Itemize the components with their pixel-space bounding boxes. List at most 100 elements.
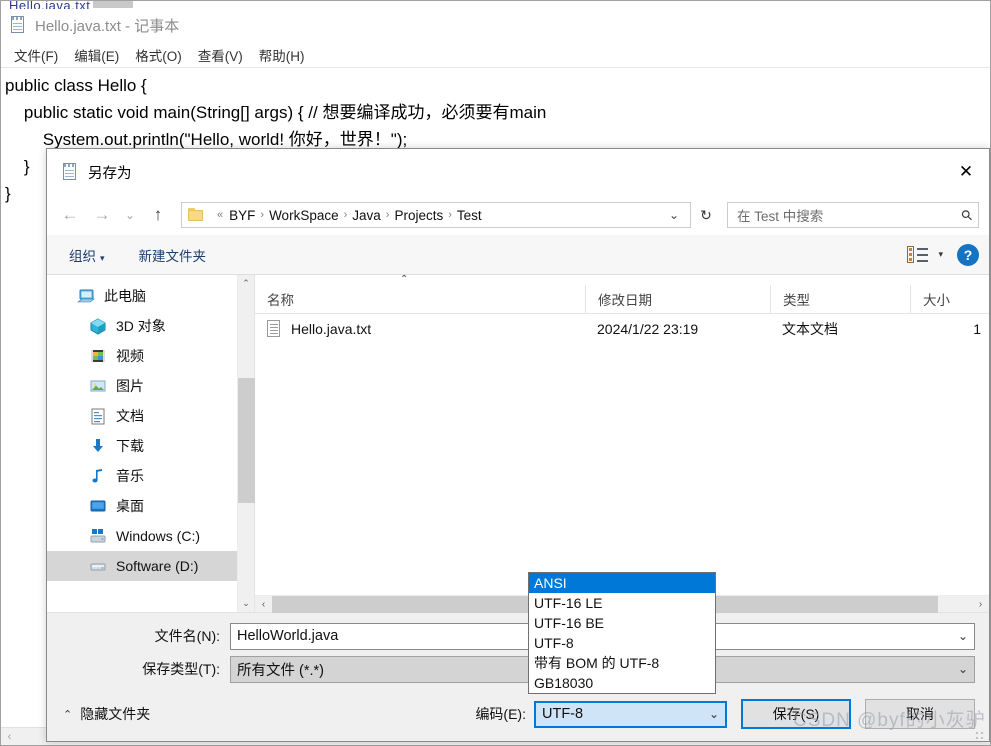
encoding-dropdown-list[interactable]: ANSI UTF-16 LE UTF-16 BE UTF-8 带有 BOM 的 … <box>528 572 716 694</box>
breadcrumb-overflow[interactable]: « <box>217 209 223 221</box>
navigation-row: ← → ⌄ ↑ « BYF › WorkSpace › Java › Proje… <box>47 195 989 235</box>
sidebar-item-3d-objects[interactable]: 3D 对象 <box>47 311 237 341</box>
close-icon[interactable]: ✕ <box>943 149 989 195</box>
navigation-pane-scrollbar[interactable]: ⌃ ⌄ <box>237 275 255 612</box>
chevron-up-icon: ⌃ <box>63 708 73 721</box>
back-button[interactable]: ← <box>55 201 85 229</box>
search-input[interactable]: 在 Test 中搜索 ⚲ <box>727 202 979 228</box>
column-headers: 名称 修改日期 类型 大小 <box>255 284 989 314</box>
sidebar-item-desktop[interactable]: 桌面 <box>47 491 237 521</box>
help-icon[interactable]: ? <box>957 243 979 266</box>
cell-type: 文本文档 <box>782 321 838 337</box>
scroll-up-icon[interactable]: ⌃ <box>242 275 250 292</box>
sidebar-item-windows-c[interactable]: Windows (C:) <box>47 521 237 551</box>
code-line: public static void main(String[] args) {… <box>5 103 547 122</box>
search-icon[interactable]: ⚲ <box>957 205 976 224</box>
filetype-value: 所有文件 (*.*) <box>237 662 324 679</box>
forward-button[interactable]: → <box>87 201 117 229</box>
scroll-down-icon[interactable]: ⌄ <box>242 595 250 612</box>
scrollbar-thumb[interactable] <box>237 378 255 503</box>
resize-grip-icon[interactable] <box>975 731 985 741</box>
chevron-down-icon[interactable]: ⌄ <box>709 707 719 721</box>
sidebar-item-label: 图片 <box>116 378 144 394</box>
chevron-down-icon[interactable]: ▾ <box>938 249 943 260</box>
breadcrumb-item-java[interactable]: Java <box>352 208 381 223</box>
code-line: public class Hello { <box>5 76 147 95</box>
encoding-option-utf8[interactable]: UTF-8 <box>529 633 715 653</box>
encoding-option-ansi[interactable]: ANSI <box>529 573 715 593</box>
sidebar-item-pictures[interactable]: 图片 <box>47 371 237 401</box>
hide-folders-button[interactable]: ⌃ 隐藏文件夹 <box>63 704 150 724</box>
filename-row: 文件名(N): HelloWorld.java ⌄ <box>47 621 989 651</box>
menu-file[interactable]: 文件(F) <box>7 42 65 68</box>
sidebar-item-this-pc[interactable]: 此电脑 <box>47 281 237 311</box>
sidebar-item-label: 视频 <box>116 348 144 364</box>
3d-objects-icon <box>89 317 107 335</box>
chevron-down-icon[interactable]: ⌄ <box>958 662 968 676</box>
column-header-name[interactable]: 名称 <box>255 285 585 314</box>
command-bar: 组织 ▾ 新建文件夹 ▾ ? <box>47 235 989 275</box>
desktop-icon <box>89 497 107 515</box>
menu-edit[interactable]: 编辑(E) <box>67 42 126 68</box>
breadcrumb-separator: › <box>448 209 452 221</box>
chevron-down-icon[interactable]: ⌄ <box>958 629 968 643</box>
sort-ascending-icon: ⌃ <box>400 274 409 285</box>
refresh-icon[interactable]: ↻ <box>693 207 719 224</box>
notepad-icon <box>9 16 27 34</box>
file-list-pane: ⌃ 名称 修改日期 类型 大小 Hello.java.txt 2024/1/22… <box>254 274 989 613</box>
chevron-down-icon: ▾ <box>100 252 105 263</box>
music-icon <box>89 467 107 485</box>
encoding-option-utf16le[interactable]: UTF-16 LE <box>529 593 715 613</box>
column-header-modified[interactable]: 修改日期 <box>585 284 770 314</box>
encoding-select[interactable]: UTF-8 ⌄ <box>534 700 727 728</box>
view-layout-icon[interactable] <box>907 246 929 263</box>
menu-format[interactable]: 格式(O) <box>128 42 189 68</box>
save-form: 文件名(N): HelloWorld.java ⌄ 保存类型(T): 所有文件 … <box>47 613 989 687</box>
sidebar-item-documents[interactable]: 文档 <box>47 401 237 431</box>
menu-view[interactable]: 查看(V) <box>191 42 250 68</box>
file-name: Hello.java.txt <box>291 321 372 337</box>
breadcrumb-item-projects[interactable]: Projects <box>394 208 443 223</box>
notepad-title-sliver: Hello.java.txt <box>9 1 91 9</box>
up-button[interactable]: ↑ <box>143 201 173 229</box>
sidebar-item-label: 音乐 <box>116 468 144 484</box>
drive-windows-icon <box>89 527 107 545</box>
scroll-right-icon[interactable]: › <box>972 599 989 610</box>
breadcrumb-item-test[interactable]: Test <box>457 208 482 223</box>
breadcrumb[interactable]: « BYF › WorkSpace › Java › Projects › Te… <box>181 202 691 228</box>
dialog-title: 另存为 <box>88 165 132 182</box>
notepad-titlebar: Hello.java.txt - 记事本 <box>1 8 990 42</box>
breadcrumb-item-workspace[interactable]: WorkSpace <box>269 208 339 223</box>
sidebar-item-software-d[interactable]: Software (D:) <box>47 551 237 581</box>
encoding-option-utf16be[interactable]: UTF-16 BE <box>529 613 715 633</box>
encoding-option-gb18030[interactable]: GB18030 <box>529 673 715 693</box>
scroll-left-icon[interactable]: ‹ <box>255 599 272 610</box>
documents-icon <box>89 407 107 425</box>
scroll-left-icon[interactable]: ‹ <box>1 731 18 743</box>
cell-size: 1 <box>973 321 981 337</box>
sidebar-item-music[interactable]: 音乐 <box>47 461 237 491</box>
new-folder-button[interactable]: 新建文件夹 <box>131 240 215 270</box>
notepad-icon <box>61 163 79 181</box>
notepad-menubar: 文件(F) 编辑(E) 格式(O) 查看(V) 帮助(H) <box>1 42 990 68</box>
organize-button[interactable]: 组织 ▾ <box>61 240 113 270</box>
search-placeholder: 在 Test 中搜索 <box>737 209 824 224</box>
table-row[interactable]: Hello.java.txt 2024/1/22 23:19 文本文档 1 <box>255 314 989 344</box>
breadcrumb-item-byf[interactable]: BYF <box>229 208 255 223</box>
column-header-size[interactable]: 大小 <box>910 284 989 314</box>
recent-locations-button[interactable]: ⌄ <box>119 201 141 229</box>
column-header-type[interactable]: 类型 <box>770 284 910 314</box>
videos-icon <box>89 347 107 365</box>
menu-help[interactable]: 帮助(H) <box>252 42 312 68</box>
scrollbar-track[interactable] <box>237 292 255 595</box>
file-rows: Hello.java.txt 2024/1/22 23:19 文本文档 1 <box>255 314 989 595</box>
sidebar-item-downloads[interactable]: 下载 <box>47 431 237 461</box>
sidebar-item-videos[interactable]: 视频 <box>47 341 237 371</box>
filename-label: 文件名(N): <box>154 628 220 644</box>
save-button[interactable]: 保存(S) <box>741 699 851 729</box>
this-pc-icon <box>77 287 95 305</box>
encoding-option-utf8bom[interactable]: 带有 BOM 的 UTF-8 <box>529 653 715 673</box>
chevron-down-icon[interactable]: ⌄ <box>662 208 686 222</box>
cancel-button[interactable]: 取消 <box>865 699 975 729</box>
text-file-icon <box>267 320 282 338</box>
